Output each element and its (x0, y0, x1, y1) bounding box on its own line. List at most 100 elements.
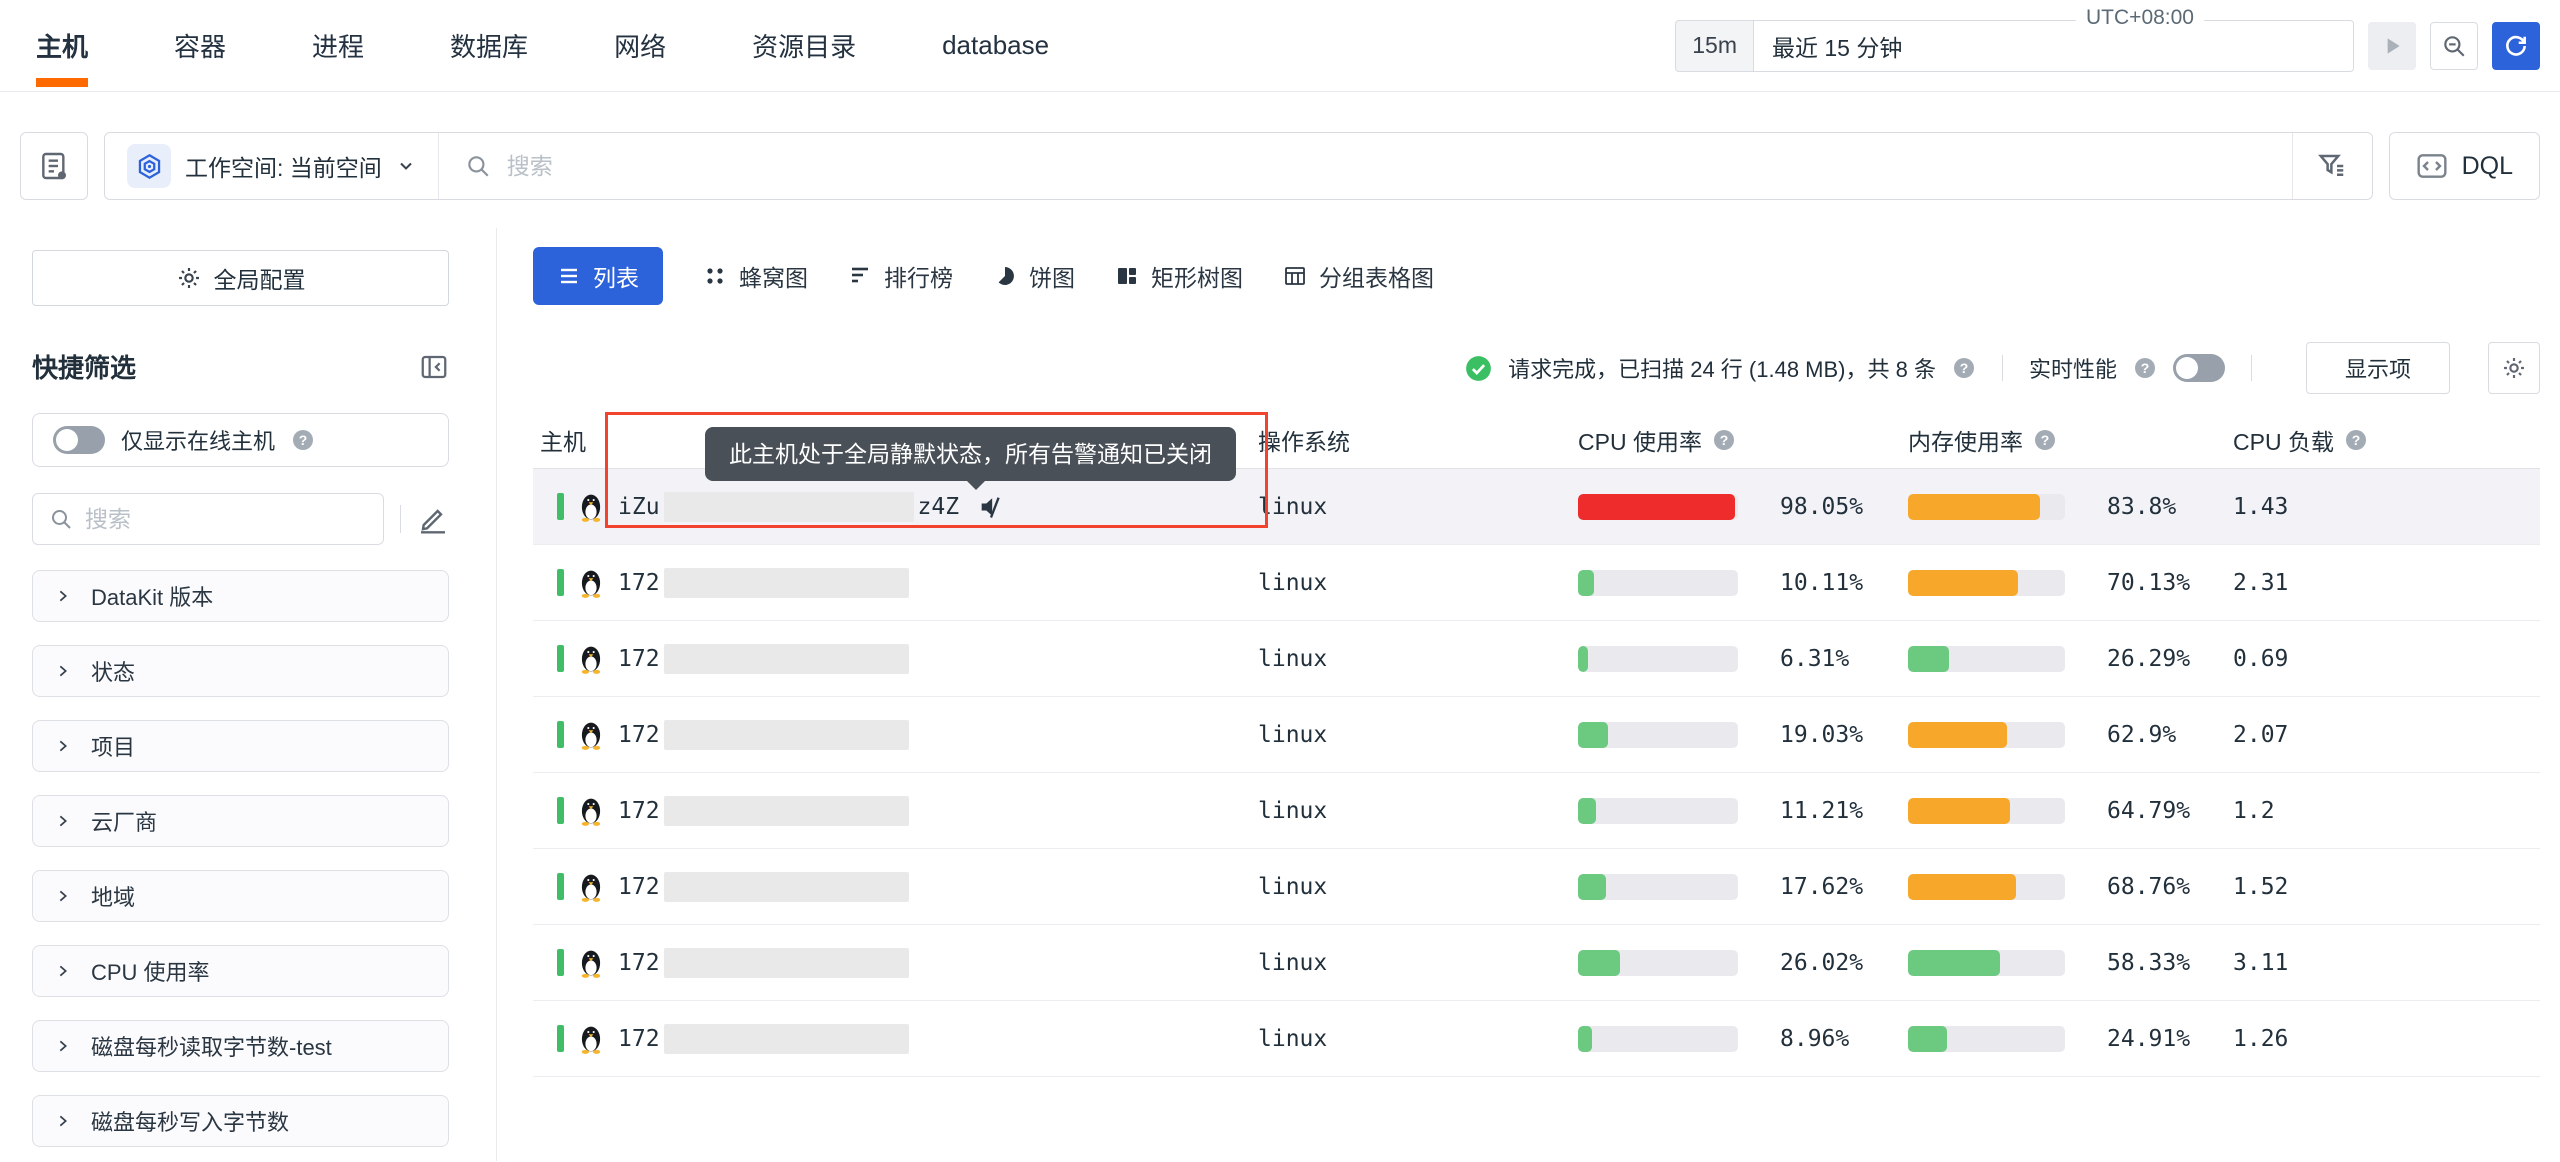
cpu-usage-value: 8.96% (1780, 1026, 1849, 1052)
redacted-host-segment (664, 644, 909, 674)
sidebar-filter-item[interactable]: 磁盘每秒读取字节数-test (32, 1020, 449, 1072)
view-tab-1[interactable]: 列表 (533, 247, 663, 305)
workspace-logo (127, 144, 171, 188)
table-row[interactable]: 172 linux 10.11% 70.13% 2.31 (533, 545, 2540, 621)
help-icon: ? (2133, 356, 2157, 380)
sidebar-filter-item[interactable]: 地域 (32, 870, 449, 922)
chevron-right-icon (55, 1113, 71, 1129)
nav-item[interactable]: database (942, 0, 1049, 91)
honeycomb-icon (703, 264, 727, 288)
table-row[interactable]: 172 linux 8.96% 24.91% 1.26 (533, 1001, 2540, 1077)
redacted-host-segment (664, 1024, 909, 1054)
time-range-picker[interactable]: UTC+08:00 15m 最近 15 分钟 (1675, 20, 2354, 72)
report-button[interactable] (20, 132, 88, 200)
sidebar-filter-item[interactable]: DataKit 版本 (32, 570, 449, 622)
time-range-short[interactable]: 15m (1675, 20, 1754, 72)
sidebar-filter-item[interactable]: 云厂商 (32, 795, 449, 847)
view-tab-2[interactable]: 蜂窝图 (703, 259, 808, 293)
play-icon (2379, 33, 2405, 59)
sidebar-filter-item[interactable]: 项目 (32, 720, 449, 772)
table-row[interactable]: 172 linux 6.31% 26.29% 0.69 (533, 621, 2540, 697)
filter-button[interactable] (2292, 133, 2372, 199)
col-cpu[interactable]: CPU 使用率 (1578, 423, 1702, 457)
nav-item[interactable]: 数据库 (450, 0, 528, 91)
nav-item[interactable]: 进程 (312, 0, 364, 91)
query-status-bar: 请求完成，已扫描 24 行 (1.48 MB)，共 8 条 ? 实时性能 ? 显… (533, 341, 2540, 395)
svg-text:?: ? (1720, 432, 1729, 448)
host-status-indicator (557, 873, 564, 900)
cpu-usage-value: 19.03% (1780, 722, 1863, 748)
online-only-label: 仅显示在线主机 (121, 424, 275, 456)
collapse-sidebar-icon[interactable] (419, 352, 449, 382)
online-only-toggle-box: 仅显示在线主机 ? (32, 413, 449, 467)
table-row[interactable]: 172 linux 11.21% 64.79% 1.2 (533, 773, 2540, 849)
chevron-right-icon (55, 1038, 71, 1054)
redacted-host-segment (664, 948, 909, 978)
play-button[interactable] (2368, 22, 2416, 70)
online-only-toggle[interactable] (53, 426, 105, 454)
sidebar-filter-item[interactable]: CPU 使用率 (32, 945, 449, 997)
cpu-usage-bar (1578, 722, 1738, 748)
sidebar-filter-item[interactable]: 状态 (32, 645, 449, 697)
table-row[interactable]: 172 linux 17.62% 68.76% 1.52 (533, 849, 2540, 925)
mem-usage-bar (1908, 798, 2065, 824)
col-host[interactable]: 主机 (540, 423, 586, 457)
cpu-usage-bar (1578, 874, 1738, 900)
mem-usage-value: 58.33% (2107, 950, 2190, 976)
edit-filters-icon[interactable] (417, 503, 449, 535)
nav-item[interactable]: 主机 (36, 0, 88, 91)
col-load[interactable]: CPU 负载 (2233, 423, 2334, 457)
realtime-toggle[interactable] (2173, 354, 2225, 382)
display-items-button[interactable]: 显示项 (2306, 342, 2450, 394)
linux-penguin-icon (578, 644, 604, 674)
view-tab-4[interactable]: 饼图 (993, 259, 1075, 293)
redacted-host-segment (664, 492, 914, 522)
cpu-usage-bar (1578, 1026, 1738, 1052)
host-name-prefix: 172 (618, 722, 660, 748)
host-name-prefix: 172 (618, 570, 660, 596)
global-config-button[interactable]: 全局配置 (32, 250, 449, 306)
nav-item[interactable]: 资源目录 (752, 0, 856, 91)
mute-tooltip-text: 此主机处于全局静默状态，所有告警通知已关闭 (729, 441, 1212, 467)
workspace-selector[interactable]: 工作空间: 当前空间 (105, 133, 439, 199)
refresh-button[interactable] (2492, 22, 2540, 70)
host-name-suffix: z4Z (918, 494, 960, 520)
svg-text:?: ? (299, 432, 308, 448)
view-tab-3[interactable]: 排行榜 (848, 259, 953, 293)
table-row[interactable]: 172 linux 26.02% 58.33% 3.11 (533, 925, 2540, 1001)
svg-text:?: ? (2041, 432, 2050, 448)
funnel-icon (2317, 151, 2347, 181)
cpu-usage-bar (1578, 646, 1738, 672)
sidebar-filter-item[interactable]: 磁盘每秒写入字节数 (32, 1095, 449, 1147)
nav-item[interactable]: 网络 (614, 0, 666, 91)
col-mem[interactable]: 内存使用率 (1908, 423, 2023, 457)
linux-penguin-icon (578, 492, 604, 522)
mem-usage-bar (1908, 950, 2065, 976)
query-bar: 工作空间: 当前空间 (104, 132, 2373, 200)
zoom-out-button[interactable] (2430, 22, 2478, 70)
table-settings-button[interactable] (2488, 342, 2540, 394)
chevron-right-icon (55, 888, 71, 904)
dql-button[interactable]: DQL (2389, 132, 2540, 200)
mem-usage-bar (1908, 570, 2065, 596)
col-os[interactable]: 操作系统 (1258, 423, 1350, 457)
sidebar-search-input[interactable] (85, 506, 367, 533)
os-cell: linux (1258, 798, 1578, 824)
divider (2251, 355, 2252, 381)
time-range-value[interactable]: 最近 15 分钟 (1754, 20, 2354, 72)
sidebar-search[interactable] (32, 493, 384, 545)
mem-usage-bar (1908, 494, 2065, 520)
host-status-indicator (557, 949, 564, 976)
cpu-load-value: 2.07 (2233, 722, 2540, 748)
nav-item[interactable]: 容器 (174, 0, 226, 91)
view-tab-5[interactable]: 矩形树图 (1115, 259, 1243, 293)
search-input[interactable] (507, 153, 2266, 180)
top-nav-bar: 主机容器进程 数据库 网络资源目录 database UTC+08:00 15m 最近… (0, 0, 2560, 92)
view-tab-6[interactable]: 分组表格图 (1283, 259, 1434, 293)
cpu-load-value: 2.31 (2233, 570, 2540, 596)
document-icon (38, 150, 70, 182)
mem-usage-value: 62.9% (2107, 722, 2176, 748)
global-search[interactable] (439, 153, 2292, 180)
global-config-label: 全局配置 (214, 261, 306, 295)
table-row[interactable]: 172 linux 19.03% 62.9% 2.07 (533, 697, 2540, 773)
